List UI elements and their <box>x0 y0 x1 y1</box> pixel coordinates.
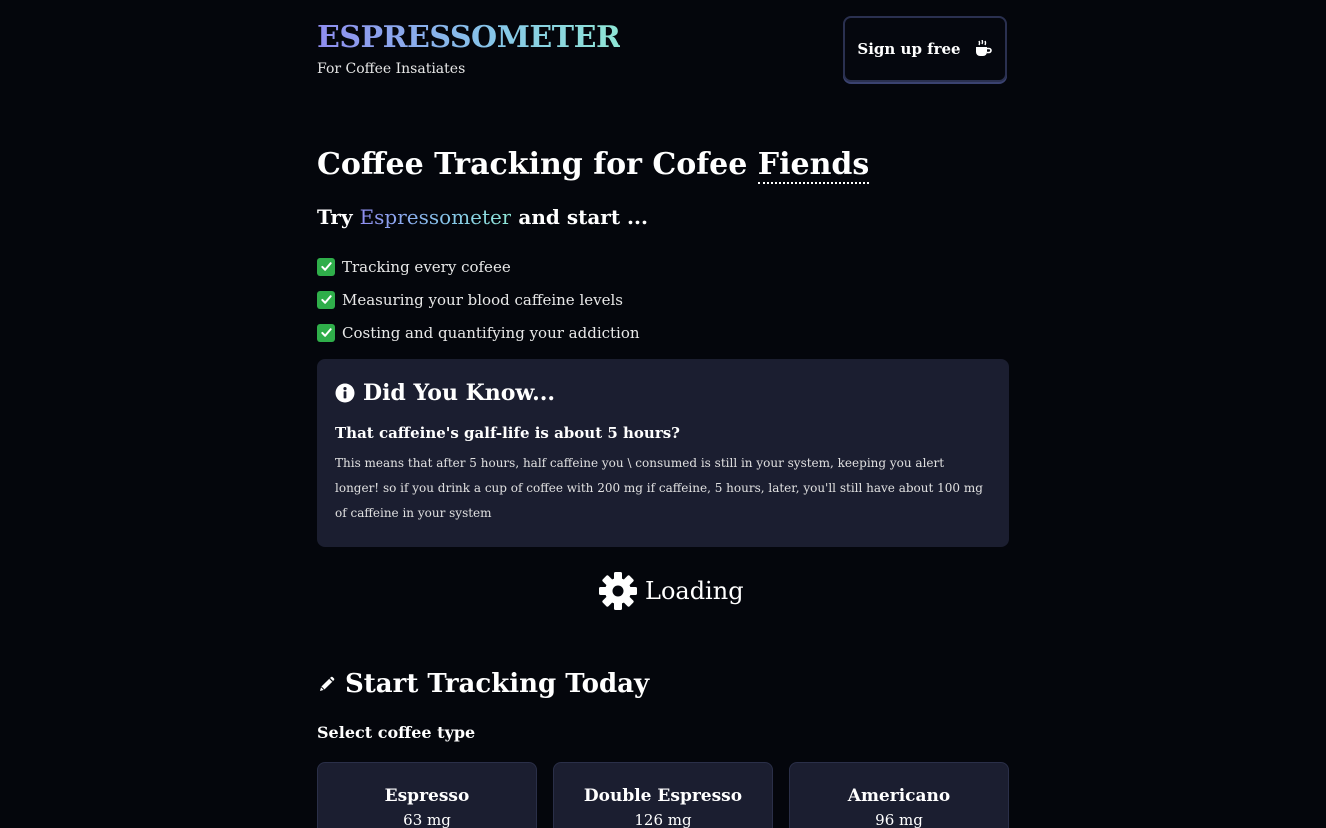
coffee-option-name: Espresso <box>384 786 470 806</box>
main-container: ESPRESSOMETER For Coffee Insatiates Sign… <box>317 0 1009 828</box>
coffee-option-caffeine: 63 mg <box>403 811 451 828</box>
did-you-know-question: That caffeine's galf-life is about 5 hou… <box>335 424 680 442</box>
sign-up-label: Sign up free <box>857 40 961 58</box>
brand[interactable]: ESPRESSOMETER For Coffee Insatiates <box>317 18 621 78</box>
hero-title-underlined: Fiends <box>757 147 870 184</box>
feature-item: Measuring your blood caffeine levels <box>317 283 640 316</box>
check-mark-icon <box>317 257 335 276</box>
hero-title: Coffee Tracking for Cofee Fiends <box>317 145 870 185</box>
loading-indicator: Loading <box>597 570 744 612</box>
try-brand: Espressometer <box>359 205 512 229</box>
coffee-option-caffeine: 126 mg <box>634 811 692 828</box>
feature-text: Costing and quantifying your addiction <box>342 323 640 342</box>
select-coffee-label: Select coffee type <box>317 723 476 742</box>
logo[interactable]: ESPRESSOMETER <box>317 18 621 58</box>
check-mark-icon <box>317 290 335 309</box>
sign-up-button[interactable]: Sign up free <box>843 16 1007 82</box>
feature-item: Tracking every cofeee <box>317 250 640 283</box>
feature-text: Tracking every cofeee <box>342 257 511 276</box>
coffee-option-caffeine: 96 mg <box>875 811 923 828</box>
loading-label: Loading <box>645 577 744 605</box>
gear-icon <box>599 572 637 610</box>
coffee-option-double-espresso[interactable]: Double Espresso 126 mg <box>553 762 773 828</box>
header: ESPRESSOMETER For Coffee Insatiates Sign… <box>317 0 1009 110</box>
coffee-option-name: Double Espresso <box>583 786 743 806</box>
coffee-option-name: Americano <box>847 786 951 806</box>
coffee-type-options: Espresso 63 mg Double Espresso 126 mg Am… <box>317 762 1009 828</box>
pencil-icon <box>320 676 335 691</box>
check-mark-icon <box>317 323 335 342</box>
try-suffix: and start ... <box>511 205 648 229</box>
feature-list: Tracking every cofeee Measuring your blo… <box>317 250 640 349</box>
did-you-know-title: Did You Know... <box>363 380 556 406</box>
did-you-know-body: This means that after 5 hours, half caff… <box>335 456 983 520</box>
did-you-know-heading: Did You Know... <box>335 379 991 407</box>
feature-text: Measuring your blood caffeine levels <box>342 290 623 309</box>
start-tracking-heading: Start Tracking Today <box>317 666 649 702</box>
info-circle-icon <box>335 383 355 403</box>
try-line: Try Espressometer and start ... <box>317 203 648 231</box>
feature-item: Costing and quantifying your addiction <box>317 316 640 349</box>
tagline: For Coffee Insatiates <box>317 61 466 77</box>
did-you-know-card: Did You Know... That caffeine's galf-lif… <box>317 359 1009 547</box>
page: ESPRESSOMETER For Coffee Insatiates Sign… <box>0 0 1326 828</box>
start-tracking-title: Start Tracking Today <box>345 669 650 699</box>
coffee-cup-icon <box>975 40 992 56</box>
coffee-option-espresso[interactable]: Espresso 63 mg <box>317 762 537 828</box>
coffee-option-americano[interactable]: Americano 96 mg <box>789 762 1009 828</box>
hero-title-main: Coffee Tracking for Cofee <box>317 147 758 182</box>
try-prefix: Try <box>317 205 360 229</box>
